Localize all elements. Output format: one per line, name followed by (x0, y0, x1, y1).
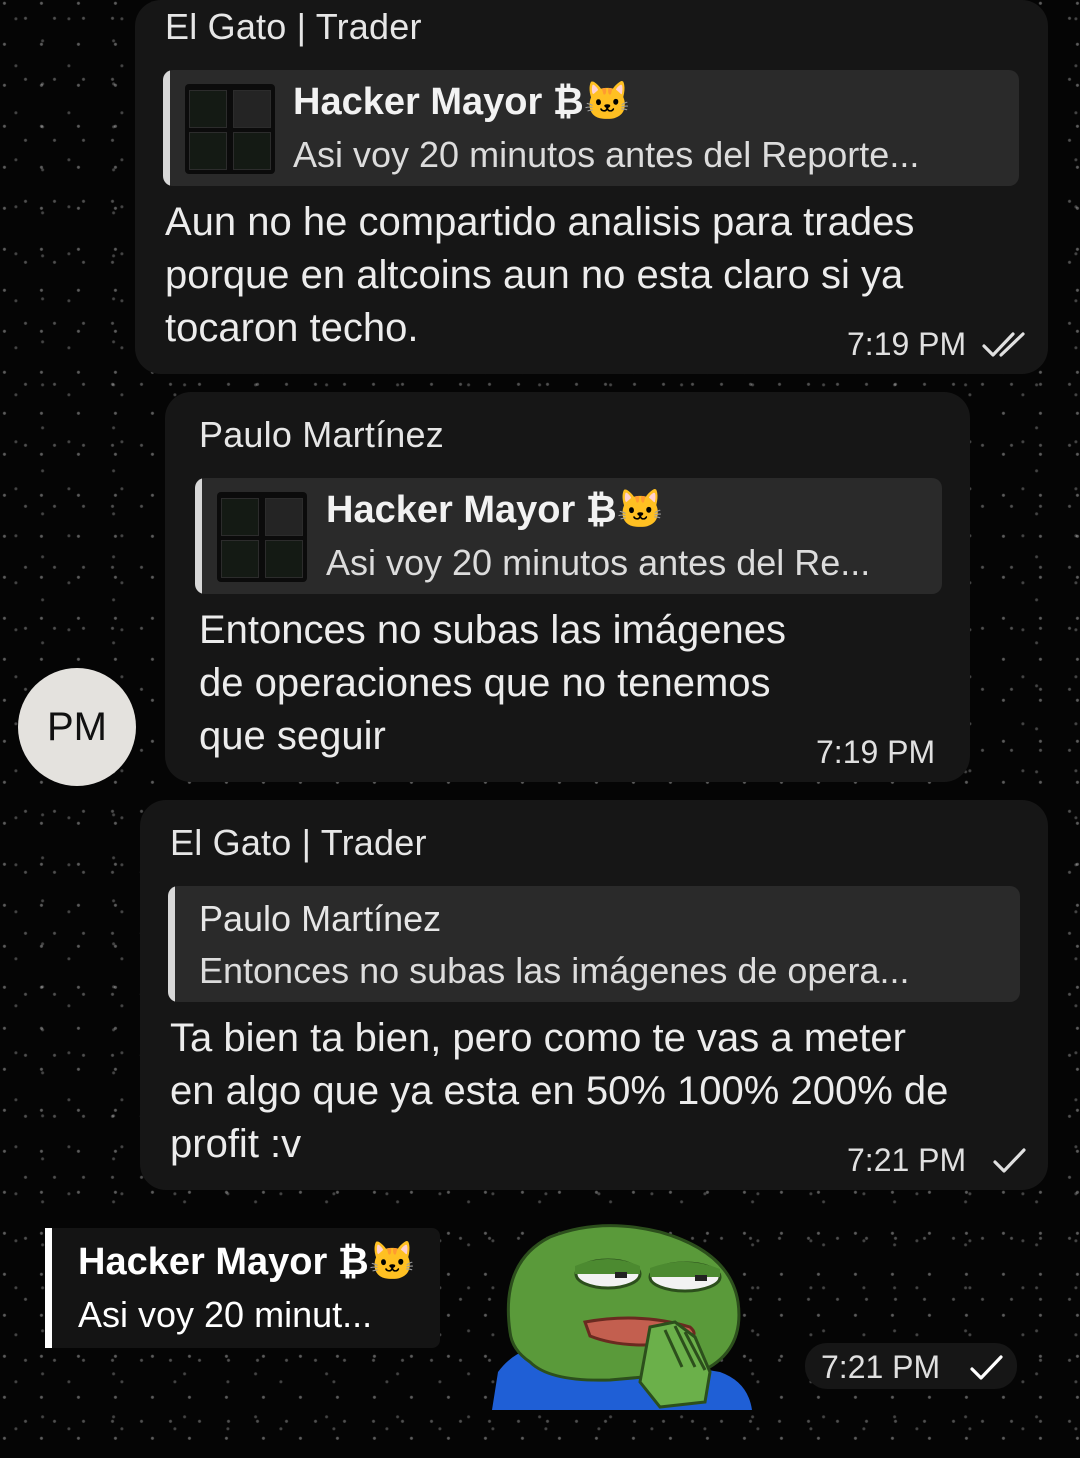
sender-name[interactable]: El Gato | Trader (170, 822, 427, 864)
avatar[interactable]: PM (18, 668, 136, 786)
reply-snippet: Asi voy 20 minutos antes del Re... (326, 542, 871, 583)
reply-bar (168, 886, 175, 1002)
reply-bar (45, 1228, 52, 1348)
reply-author: Paulo Martínez (199, 898, 442, 939)
message-time: 7:21 PM (847, 1142, 967, 1178)
sticker-time-pill: 7:21 PM (805, 1343, 1017, 1389)
reply-snippet: Asi voy 20 minutos antes del Reporte... (293, 134, 920, 175)
reply-preview[interactable]: Hacker Mayor ₿🐱 Asi voy 20 minut... (45, 1228, 440, 1348)
reply-thumbnail (217, 492, 307, 582)
sender-name[interactable]: Paulo Martínez (199, 414, 444, 456)
message-time: 7:19 PM (816, 734, 936, 770)
double-check-icon (982, 332, 1025, 357)
reply-author: Hacker Mayor ₿🐱 (326, 489, 665, 531)
message-bubble[interactable]: El Gato | Trader Hacker Mayor ₿🐱 Asi voy… (135, 0, 1048, 374)
message-time: 7:21 PM (821, 1349, 941, 1385)
message-time: 7:19 PM (847, 326, 967, 362)
reply-preview[interactable]: Hacker Mayor ₿🐱 Asi voy 20 minutos antes… (195, 478, 942, 594)
reply-bar (195, 478, 202, 594)
check-icon (993, 1148, 1026, 1173)
reply-preview[interactable]: Paulo Martínez Entonces no subas las imá… (168, 886, 1020, 1002)
reply-preview[interactable]: Hacker Mayor ₿🐱 Asi voy 20 minutos antes… (163, 70, 1019, 186)
message-bubble[interactable]: El Gato | Trader Paulo Martínez Entonces… (140, 800, 1048, 1190)
sender-name[interactable]: El Gato | Trader (165, 6, 422, 48)
reply-snippet: Entonces no subas las imágenes de opera.… (199, 950, 910, 991)
pepe-frog-sticker[interactable] (490, 1222, 755, 1410)
reply-author: Hacker Mayor ₿🐱 (78, 1241, 417, 1283)
reply-author: Hacker Mayor ₿🐱 (293, 81, 632, 123)
reply-thumbnail (185, 84, 275, 174)
reply-snippet: Asi voy 20 minut... (78, 1294, 373, 1335)
check-icon (970, 1355, 1003, 1380)
reply-bar (163, 70, 170, 186)
message-bubble[interactable]: Paulo Martínez Hacker Mayor ₿🐱 Asi voy 2… (165, 392, 970, 782)
